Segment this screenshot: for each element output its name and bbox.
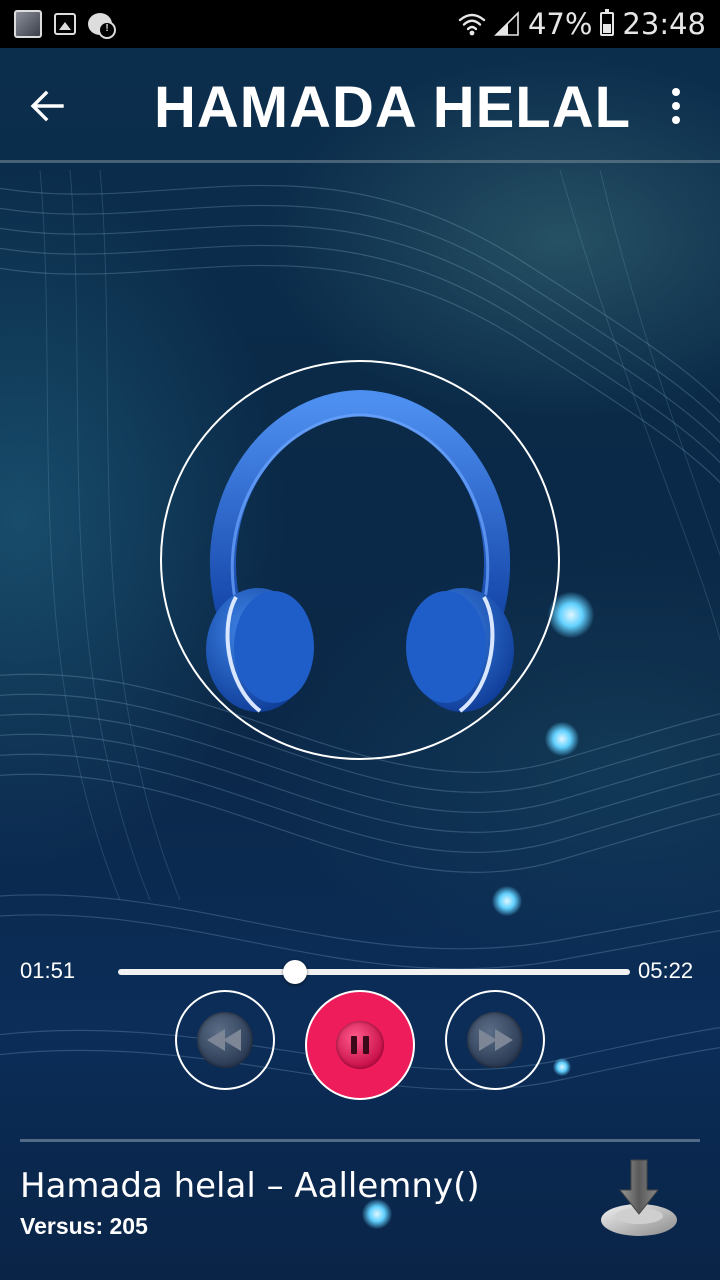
app-bar: HAMADA HELAL xyxy=(0,48,720,160)
light-glow xyxy=(545,722,579,756)
pause-icon xyxy=(336,1021,384,1069)
image-notification-icon xyxy=(54,13,76,35)
signal-icon xyxy=(494,11,519,36)
rewind-button[interactable] xyxy=(175,990,275,1090)
clock: 23:48 xyxy=(622,7,706,41)
more-options-button[interactable] xyxy=(656,84,696,128)
arrow-back-icon xyxy=(30,90,64,122)
seek-thumb[interactable] xyxy=(282,960,307,984)
current-time: 01:51 xyxy=(20,958,76,983)
page-title: HAMADA HELAL xyxy=(153,75,632,140)
fast-forward-button[interactable] xyxy=(445,990,545,1090)
divider xyxy=(20,1139,700,1142)
total-time: 05:22 xyxy=(638,958,694,983)
song-title: Hamada helal – Aallemny() xyxy=(20,1166,480,1206)
download-icon xyxy=(601,1159,677,1236)
back-button[interactable] xyxy=(26,84,70,128)
battery-percent: 47% xyxy=(527,7,593,41)
versus-count: Versus: 205 xyxy=(20,1213,148,1239)
light-glow xyxy=(553,1058,571,1076)
status-bar: 47% 23:48 xyxy=(0,0,720,48)
avatar-notification-icon xyxy=(14,10,42,38)
light-glow xyxy=(492,886,522,916)
wifi-icon xyxy=(458,13,486,36)
headphones-icon xyxy=(190,385,530,725)
download-button[interactable] xyxy=(596,1156,682,1242)
rewind-icon xyxy=(207,1029,241,1051)
seek-bar[interactable] xyxy=(118,960,630,984)
fast-forward-icon xyxy=(479,1029,513,1051)
chat-alert-icon xyxy=(88,13,116,39)
battery-icon xyxy=(600,9,615,36)
pause-button[interactable] xyxy=(305,990,415,1100)
divider xyxy=(0,160,720,163)
more-vert-icon xyxy=(672,88,680,96)
